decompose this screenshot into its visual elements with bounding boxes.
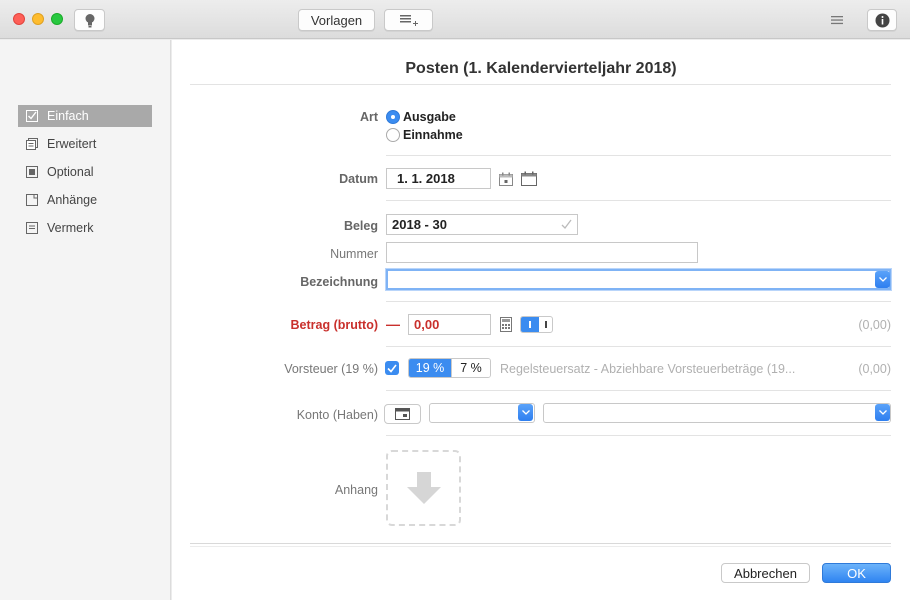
vorsteuer-label: Vorsteuer (19 %) [284, 362, 378, 376]
sidebar-item-optional[interactable]: Optional [18, 161, 152, 183]
ok-button-label: OK [847, 565, 866, 581]
konto-browse-button[interactable] [384, 404, 421, 424]
account-window-icon [395, 408, 410, 420]
divider [386, 200, 891, 201]
betrag-field[interactable]: 0,00 [408, 314, 491, 335]
brutto-netto-toggle[interactable] [520, 316, 553, 333]
extended-icon [26, 138, 38, 150]
footer-divider [190, 543, 891, 544]
optional-icon [26, 166, 38, 178]
divider [386, 435, 891, 436]
zoom-window-button[interactable] [51, 13, 63, 25]
sidebar-item-label: Erweitert [47, 137, 97, 151]
sidebar-item-label: Optional [47, 165, 94, 179]
nummer-field[interactable] [386, 242, 698, 263]
cancel-button[interactable]: Abbrechen [721, 563, 810, 583]
datum-field[interactable]: 1. 1. 2018 [386, 168, 491, 189]
divider [386, 301, 891, 302]
chevron-down-icon [878, 277, 887, 282]
note-icon [26, 222, 38, 234]
nummer-label: Nummer [330, 247, 378, 261]
konto-number-dropdown-button[interactable] [518, 404, 533, 421]
calendar-today-icon[interactable] [499, 172, 513, 189]
calendar-picker-icon[interactable] [521, 171, 537, 189]
menu-icon[interactable] [831, 14, 843, 25]
konto-name-dropdown-button[interactable] [875, 404, 890, 421]
tips-button[interactable] [74, 9, 105, 31]
bezeichnung-label: Bezeichnung [300, 275, 378, 289]
radio-einnahme[interactable] [386, 128, 400, 142]
ok-button[interactable]: OK [822, 563, 891, 583]
chevron-down-icon [878, 410, 887, 415]
radio-einnahme-label: Einnahme [403, 128, 463, 142]
sidebar-item-label: Anhänge [47, 193, 98, 207]
templates-button[interactable]: Vorlagen [298, 9, 375, 31]
vorsteuer-summary: (0,00) [858, 362, 891, 376]
sidebar: Einfach Erweitert Optional Anhänge Verme… [0, 40, 171, 600]
checkbox-icon [26, 110, 38, 122]
anhang-label: Anhang [334, 483, 378, 497]
toggle-brutto-segment[interactable] [521, 317, 539, 332]
datum-label: Datum [339, 172, 378, 186]
list-add-icon [399, 15, 418, 26]
templates-button-label: Vorlagen [310, 12, 363, 28]
art-label: Art [359, 110, 378, 124]
cancel-button-label: Abbrechen [734, 565, 797, 581]
sidebar-item-erweitert[interactable]: Erweitert [18, 133, 152, 155]
sidebar-item-label: Vermerk [47, 221, 94, 235]
info-button[interactable] [867, 9, 897, 31]
entry-form: Posten (1. Kalendervierteljahr 2018) Art… [172, 40, 910, 600]
calculator-icon[interactable] [500, 317, 512, 335]
sidebar-item-einfach[interactable]: Einfach [18, 105, 152, 127]
beleg-field[interactable]: 2018 - 30 [386, 214, 578, 235]
konto-label: Konto (Haben) [296, 408, 378, 422]
rate-19-segment[interactable]: 19 % [409, 359, 451, 377]
toggle-netto-segment[interactable] [539, 317, 552, 332]
window-titlebar: Vorlagen [0, 0, 910, 39]
betrag-sign[interactable]: — [386, 316, 400, 332]
chevron-down-icon [521, 410, 530, 415]
radio-ausgabe-label: Ausgabe [403, 110, 456, 124]
add-entry-menu-button[interactable] [384, 9, 433, 31]
attachment-drop-zone[interactable] [386, 450, 461, 526]
divider [386, 390, 891, 391]
divider [386, 155, 891, 156]
info-icon [875, 13, 889, 27]
arrow-down-icon [406, 472, 441, 504]
beleg-value: 2018 - 30 [392, 217, 447, 232]
vorsteuer-checkbox[interactable] [385, 361, 399, 375]
beleg-label: Beleg [343, 219, 378, 233]
radio-ausgabe[interactable] [386, 110, 400, 124]
sidebar-item-vermerk[interactable]: Vermerk [18, 217, 152, 239]
bezeichnung-field[interactable] [386, 269, 891, 290]
bezeichnung-dropdown-button[interactable] [875, 271, 890, 288]
lightbulb-icon [85, 13, 94, 27]
konto-name-select[interactable] [543, 403, 891, 423]
checkmark-icon [561, 218, 572, 233]
attachment-icon [26, 194, 38, 206]
divider [386, 346, 891, 347]
close-window-button[interactable] [13, 13, 25, 25]
page-title: Posten (1. Kalendervierteljahr 2018) [405, 60, 677, 77]
sidebar-item-anhaenge[interactable]: Anhänge [18, 189, 152, 211]
minimize-window-button[interactable] [32, 13, 44, 25]
check-icon [387, 364, 397, 373]
betrag-summary: (0,00) [858, 318, 891, 332]
footer-divider-shadow [190, 546, 891, 547]
title-divider [190, 84, 891, 85]
rate-7-segment[interactable]: 7 % [451, 359, 490, 377]
sidebar-item-label: Einfach [47, 109, 89, 123]
vorsteuer-description: Regelsteuersatz - Abziehbare Vorsteuerbe… [500, 362, 796, 376]
tax-rate-segmented-control: 19 % 7 % [408, 358, 491, 378]
betrag-label: Betrag (brutto) [290, 318, 379, 332]
